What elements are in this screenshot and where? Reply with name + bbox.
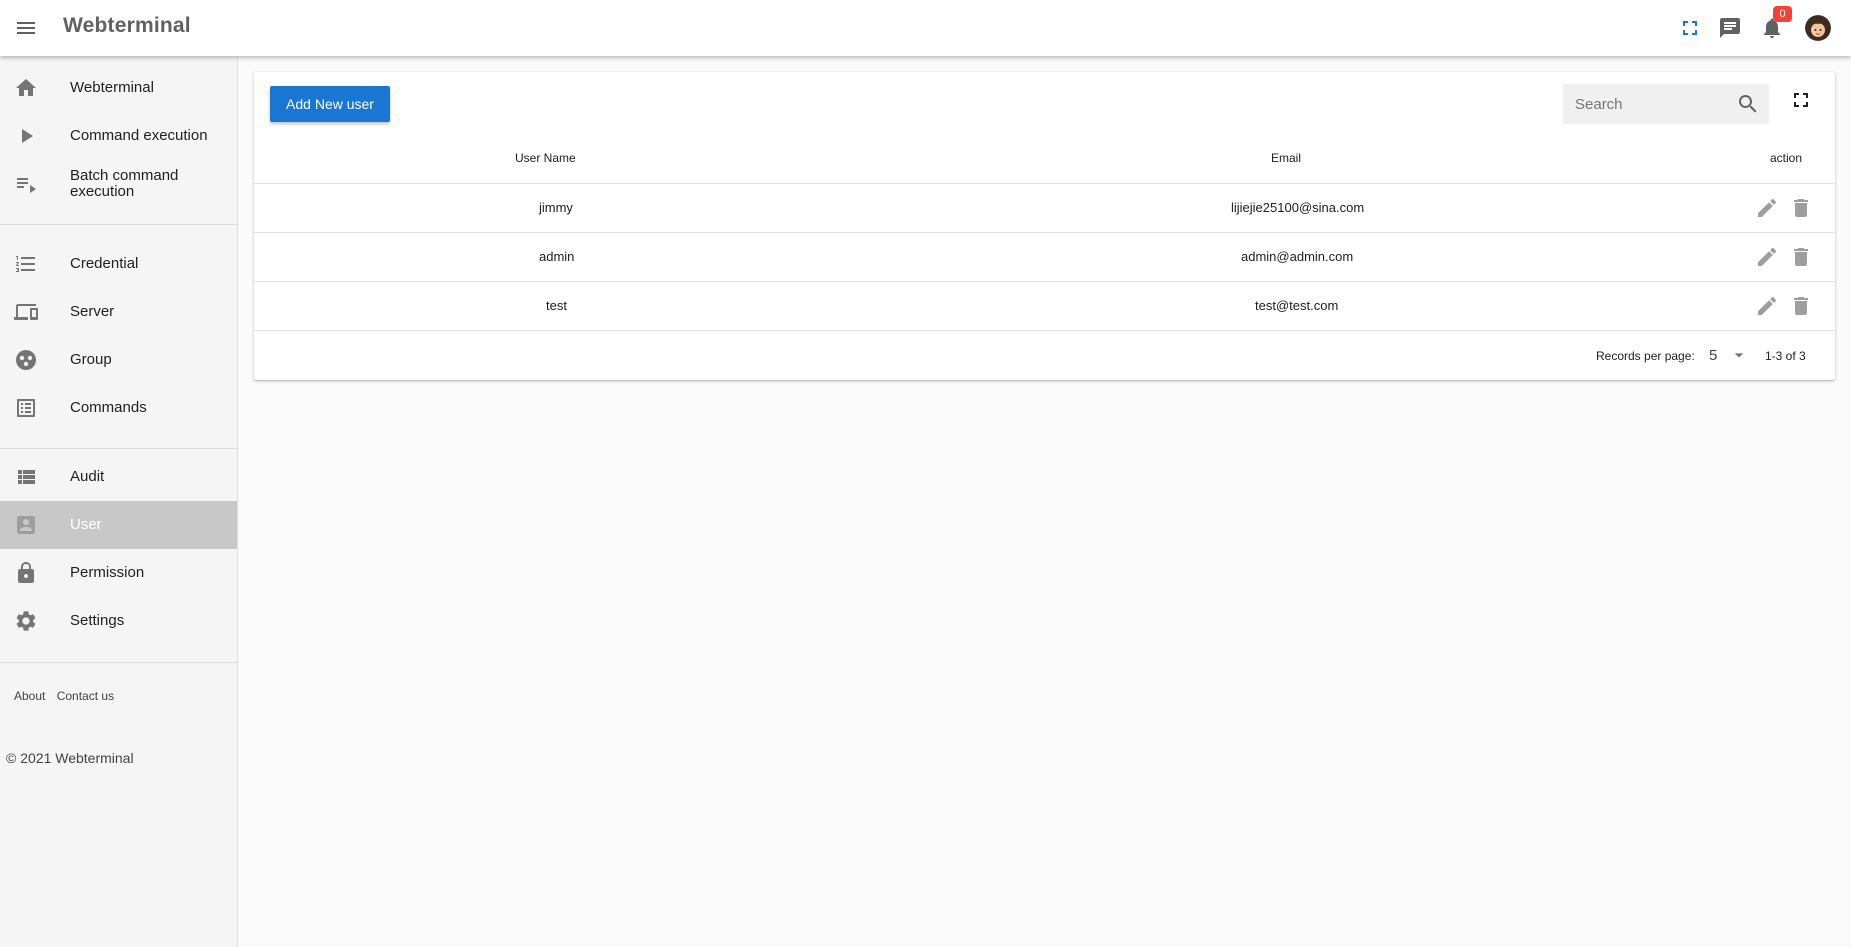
sidebar-item-label: Settings (70, 612, 125, 629)
records-per-page-value: 5 (1709, 347, 1718, 364)
table-row[interactable]: test test@test.com (254, 281, 1835, 330)
add-user-button[interactable]: Add New user (270, 86, 390, 122)
sidebar-item-webterminal[interactable]: Webterminal (0, 64, 237, 112)
edit-icon[interactable] (1755, 245, 1779, 269)
table-row[interactable]: admin admin@admin.com (254, 232, 1835, 281)
sidebar-item-server[interactable]: Server (0, 288, 237, 336)
view-list-icon (18, 470, 35, 484)
username-cell: jimmy (539, 200, 573, 215)
home-icon (16, 79, 36, 96)
sidebar-item-label: Commands (70, 399, 147, 416)
play-icon (22, 129, 33, 143)
app-title: Webterminal (63, 14, 191, 37)
chevron-down-icon (1734, 353, 1744, 358)
menu-icon[interactable] (14, 16, 38, 40)
sidebar-item-label: Group (70, 351, 112, 368)
delete-icon[interactable] (1789, 294, 1813, 318)
pagination-bar: Records per page: 5 1-3 of 3 (254, 330, 1835, 380)
email-cell: admin@admin.com (1241, 249, 1354, 264)
sidebar-item-label: User (70, 516, 102, 533)
devices-icon (14, 304, 38, 320)
table-fullscreen-icon[interactable] (1789, 88, 1813, 112)
sidebar-item-label: Batch command execution (70, 167, 179, 200)
user-avatar-icon (1805, 15, 1831, 41)
sidebar-item-commands[interactable]: Commands (0, 384, 237, 432)
records-per-page-select[interactable]: 5 (1709, 344, 1749, 366)
sidebar-item-group[interactable]: Group (0, 336, 237, 384)
email-cell: test@test.com (1255, 298, 1339, 313)
sidebar-item-settings[interactable]: Settings (0, 597, 237, 645)
lock-icon (18, 562, 34, 583)
group-icon (16, 350, 36, 370)
sidebar-item-audit[interactable]: Audit (0, 453, 237, 501)
sidebar-divider (0, 662, 237, 663)
edit-icon[interactable] (1755, 196, 1779, 220)
username-cell: admin (539, 249, 575, 264)
records-per-page-label: Records per page: (1596, 349, 1695, 363)
email-cell: lijiejie25100@sina.com (1231, 200, 1365, 215)
sidebar-divider (0, 448, 237, 449)
username-cell: test (546, 298, 567, 313)
app-bar: Webterminal 0 (0, 0, 1851, 56)
column-header-username[interactable]: User Name (515, 151, 576, 165)
edit-icon[interactable] (1755, 294, 1779, 318)
search-box (1563, 84, 1769, 124)
delete-icon[interactable] (1789, 196, 1813, 220)
sidebar-item-permission[interactable]: Permission (0, 549, 237, 597)
column-header-action: action (1770, 151, 1803, 165)
sidebar-item-label: Permission (70, 564, 145, 581)
sidebar-item-batch-command-execution[interactable]: Batch command execution (0, 160, 237, 208)
pagination-range: 1-3 of 3 (1765, 349, 1806, 363)
sidebar-item-credential[interactable]: Credential (0, 240, 237, 288)
playlist-icon (17, 178, 36, 193)
avatar[interactable] (1805, 15, 1831, 41)
search-input[interactable] (1575, 94, 1725, 114)
delete-icon[interactable] (1789, 245, 1813, 269)
sidebar-item-label: Server (70, 303, 115, 320)
sidebar-item-label: Audit (70, 468, 105, 485)
table-row[interactable]: jimmy lijiejie25100@sina.com (254, 183, 1835, 232)
contact-us-link[interactable]: Contact us (57, 689, 114, 703)
sidebar: Webterminal Command execution Batch comm… (0, 56, 238, 947)
list-numbered-icon (16, 256, 35, 272)
copyright: © 2021 Webterminal (6, 750, 134, 766)
gear-icon (16, 611, 36, 631)
column-header-email[interactable]: Email (1271, 151, 1301, 165)
notification-badge: 0 (1773, 6, 1792, 22)
sidebar-item-label: Command execution (70, 127, 208, 144)
sidebar-item-label: Webterminal (70, 79, 154, 96)
search-icon[interactable] (1736, 92, 1760, 116)
sidebar-divider (0, 224, 237, 225)
sidebar-item-user[interactable]: User (0, 501, 237, 549)
users-table-card: Add New user User Name Email action jimm… (254, 72, 1835, 380)
chat-icon[interactable] (1718, 16, 1742, 40)
sidebar-item-command-execution[interactable]: Command execution (0, 112, 237, 160)
about-link[interactable]: About (14, 689, 45, 703)
account-box-icon (17, 516, 35, 534)
fullscreen-icon[interactable] (1678, 16, 1702, 40)
sidebar-item-label: Credential (70, 255, 139, 272)
list-alt-icon (17, 399, 35, 417)
footer-links: About Contact us (14, 689, 122, 703)
